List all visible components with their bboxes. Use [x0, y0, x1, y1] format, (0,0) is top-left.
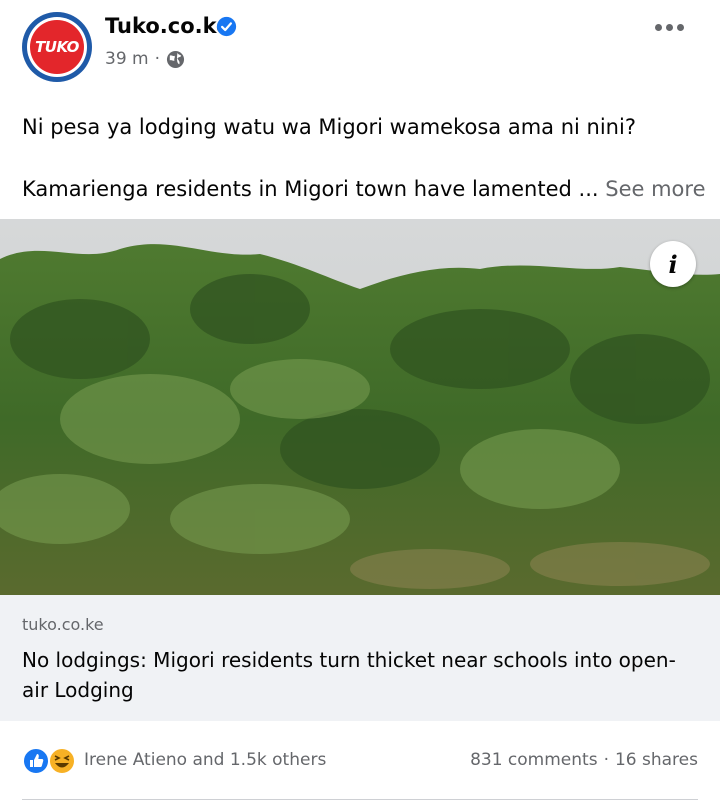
page-avatar[interactable]: TUKO: [22, 12, 92, 82]
link-preview-image[interactable]: [0, 219, 720, 595]
link-domain: tuko.co.ke: [22, 615, 104, 634]
reactors-text[interactable]: Irene Atieno and 1.5k others: [84, 750, 326, 770]
post-header: TUKO Tuko.co.ke 39 m ·: [0, 0, 720, 100]
globe-icon: [166, 50, 185, 68]
haha-reaction-icon: [48, 747, 76, 775]
shares-count[interactable]: 16 shares: [615, 750, 698, 770]
comments-count[interactable]: 831 comments: [470, 750, 597, 770]
divider: [22, 799, 698, 800]
post-text-line: Kamarienga residents in Migori town have…: [22, 177, 599, 201]
link-title[interactable]: No lodgings: Migori residents turn thick…: [22, 645, 682, 705]
reactions-icons[interactable]: [20, 746, 80, 776]
post-time[interactable]: 39 m: [105, 49, 149, 69]
link-preview-card[interactable]: tuko.co.ke No lodgings: Migori residents…: [0, 595, 720, 721]
info-button[interactable]: i: [650, 241, 696, 287]
page-name[interactable]: Tuko.co.ke: [105, 14, 230, 38]
more-options-icon[interactable]: [655, 20, 689, 34]
logo-text: TUKO: [35, 38, 79, 56]
tuko-logo: TUKO: [30, 20, 84, 74]
counts-separator: ·: [603, 750, 609, 770]
post-text-line: Ni pesa ya lodging watu wa Migori wameko…: [22, 115, 636, 139]
see-more-link[interactable]: See more: [605, 177, 705, 201]
post-text: Ni pesa ya lodging watu wa Migori wameko…: [22, 112, 706, 204]
like-reaction-icon: [22, 747, 50, 775]
engagement-counts: 831 comments · 16 shares: [470, 750, 698, 770]
verified-badge-icon: [216, 16, 237, 37]
engagement-bar: Irene Atieno and 1.5k others 831 comment…: [0, 735, 720, 785]
meta-separator: ·: [154, 49, 161, 69]
post-meta: 39 m ·: [105, 49, 185, 69]
